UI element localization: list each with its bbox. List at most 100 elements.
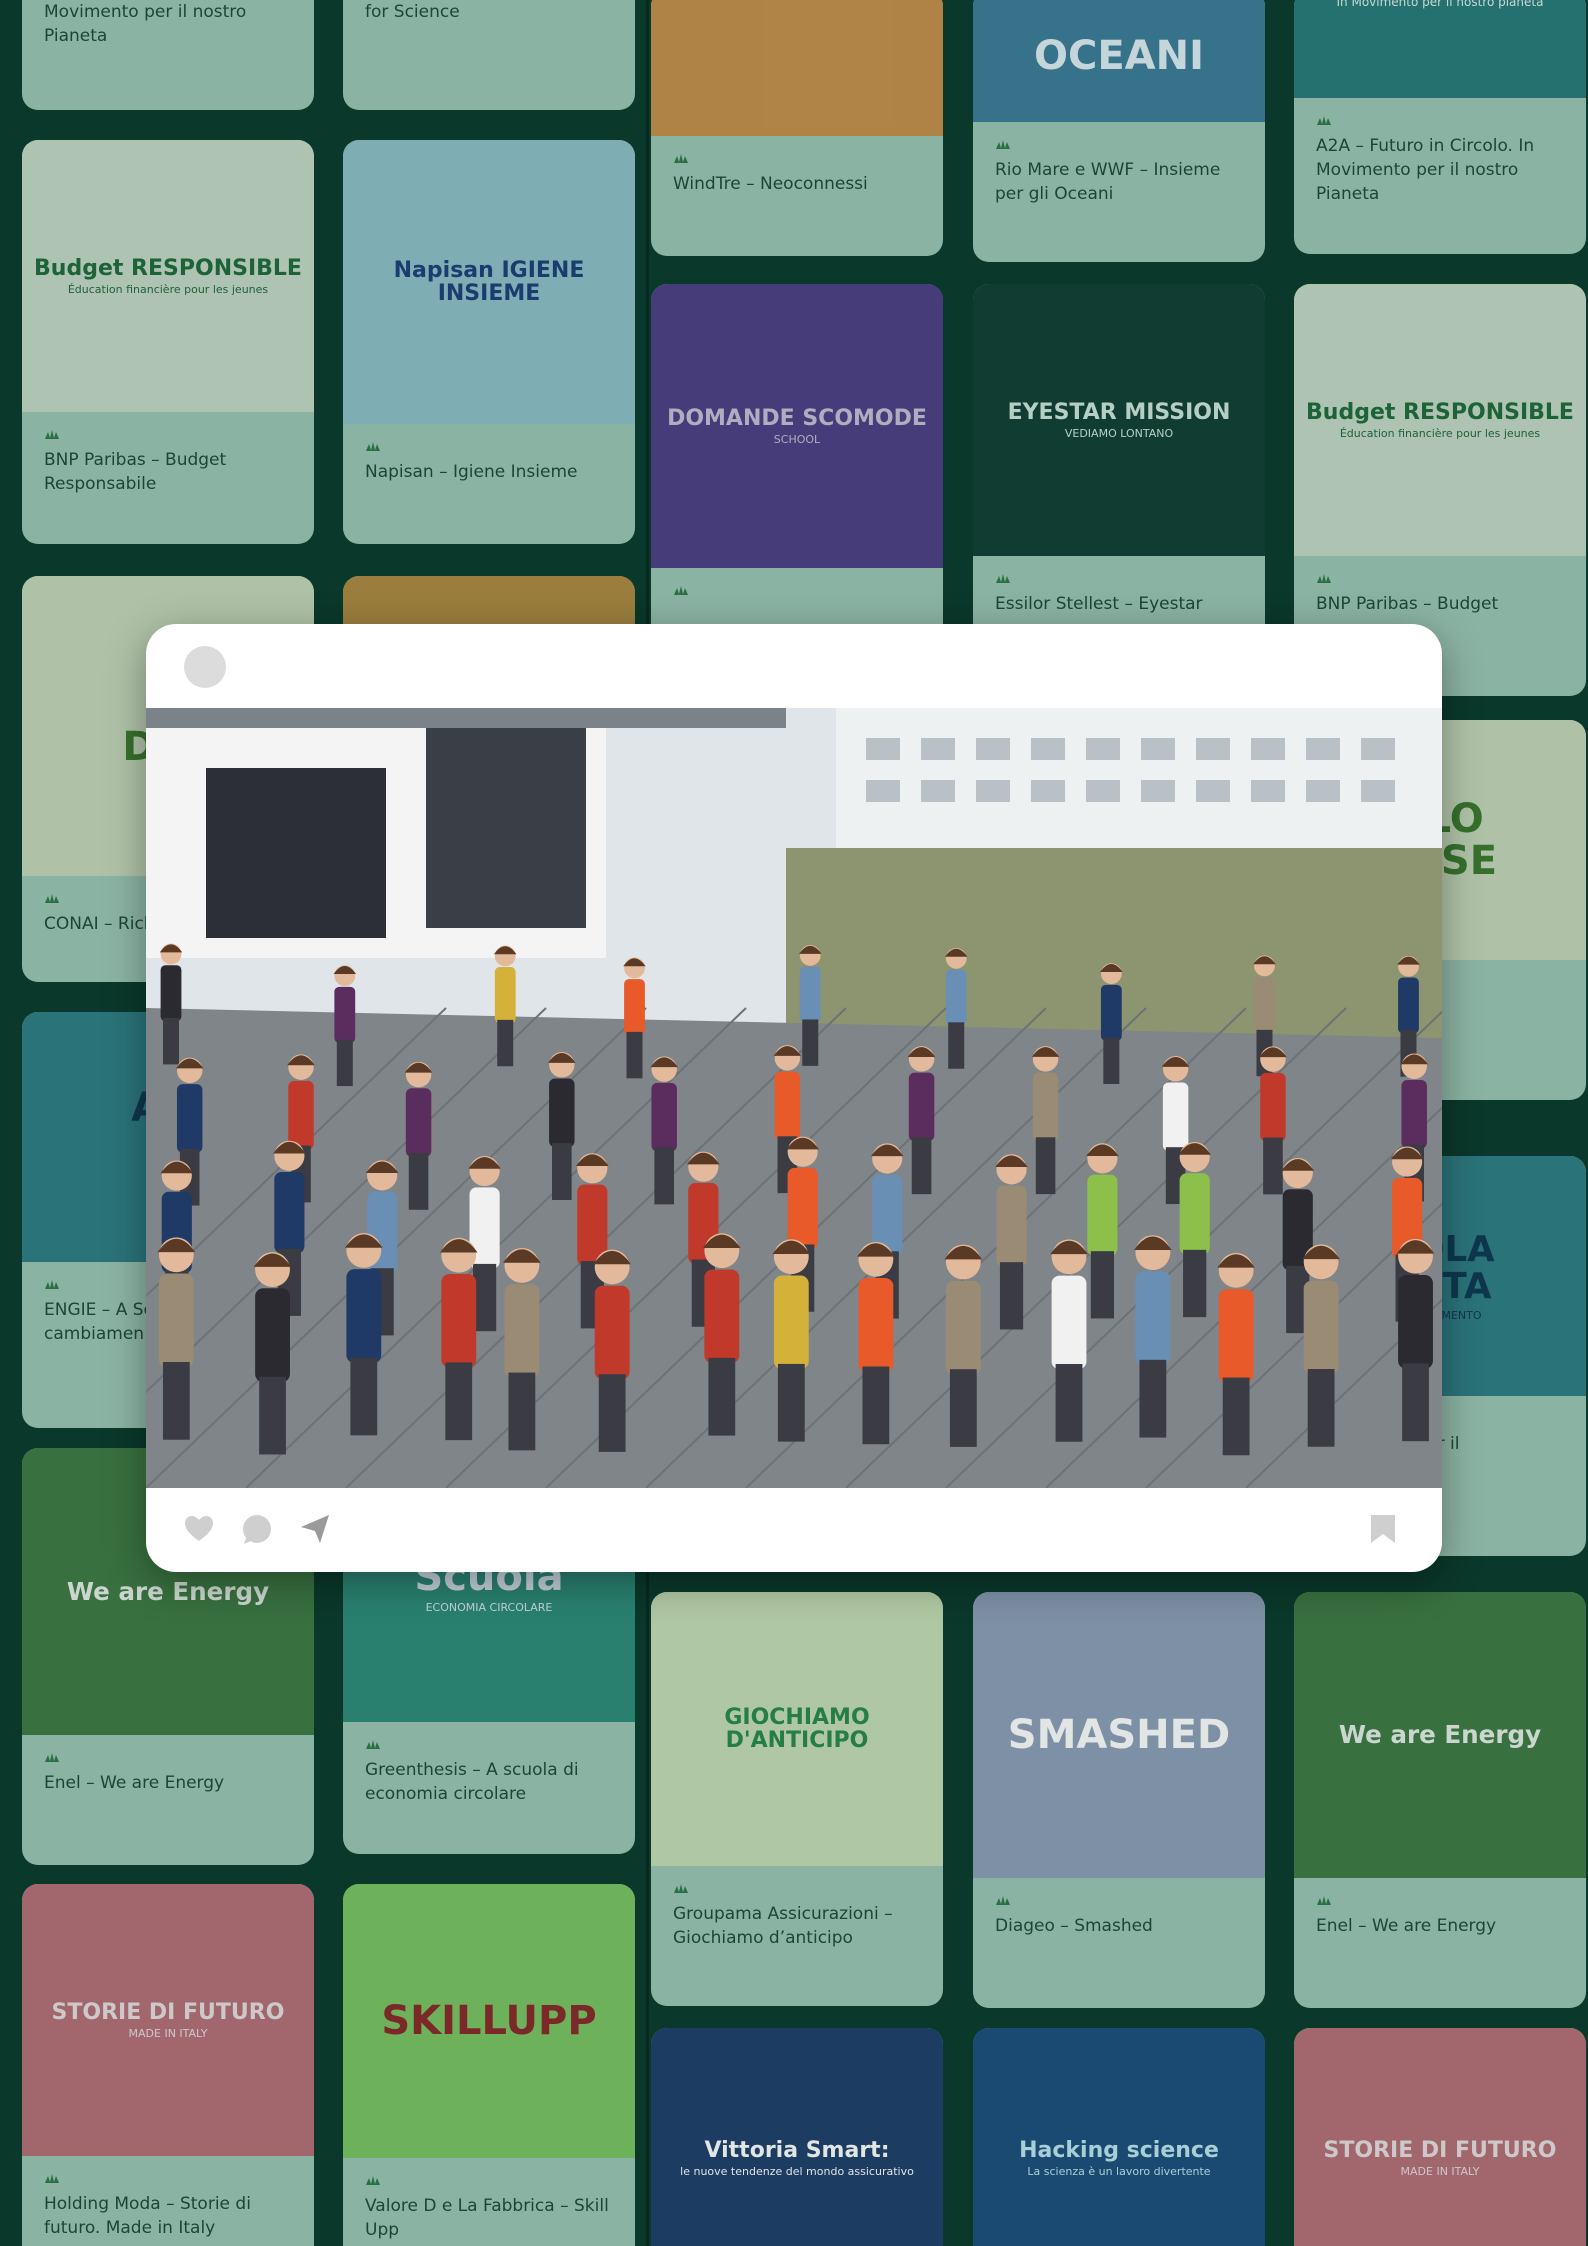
photo-person-legs [949,1369,977,1447]
photo-window [1251,780,1285,802]
photo-pergola [146,708,786,728]
photo-person-legs [473,1263,497,1332]
photo-person-body [1087,1174,1118,1256]
photo-person-body [799,966,821,1023]
photo-building [836,708,1442,848]
photo-person-body [624,979,645,1036]
photo-person-legs [1263,1137,1283,1195]
photo-person-body [1398,977,1419,1034]
photo-shutter [426,728,586,928]
photo-person-legs [259,1376,286,1455]
photo-person-body [176,1084,203,1153]
photo-person-body [441,1273,477,1368]
photo-person-body [160,965,182,1022]
photo-person-legs [598,1374,626,1452]
photo-person-legs [508,1372,536,1451]
photo-person-body [346,1269,382,1363]
photo-window [1306,780,1340,802]
photo-person-legs [626,1031,643,1079]
photo-person-legs [552,1143,572,1201]
post-actions [146,1488,1442,1572]
photo-person-body [787,1167,818,1250]
photo-person-body [1051,1275,1087,1370]
photo-person-legs [1183,1249,1207,1318]
photo-person-legs [999,1262,1024,1330]
photo-window [1086,780,1120,802]
share-icon[interactable] [298,1512,332,1546]
photo-person-legs [163,1018,179,1065]
instagram-post-modal [146,624,1442,1572]
photo-window [1196,738,1230,760]
photo-person-legs [350,1357,378,1436]
photo-person-legs [948,1022,965,1069]
photo-window [1196,780,1230,802]
photo-person-legs [1222,1377,1250,1456]
photo-window [1361,738,1395,760]
photo-person-body [996,1185,1027,1267]
photo-person-body [651,1082,677,1152]
photo-window [1141,780,1175,802]
photo-person-body [945,969,967,1026]
photo-person-body [504,1284,540,1378]
photo-person-body [774,1071,801,1141]
photo-person-body [1398,1275,1433,1369]
photo-window [1141,738,1175,760]
photo-window [1086,738,1120,760]
photo-person-body [858,1278,894,1372]
photo-person-legs [408,1152,429,1210]
post-header [146,624,1442,708]
photo-person-body [1401,1079,1427,1149]
photo-person-legs [802,1019,819,1066]
photo-person-legs [336,1039,353,1087]
photo-window [1031,738,1065,760]
photo-person-body [1303,1280,1339,1375]
photo-person-body [288,1080,314,1150]
photo-window [866,780,900,802]
photo-person-body [1179,1173,1210,1255]
photo-person-body [594,1285,630,1380]
bookmark-icon[interactable] [1366,1512,1400,1546]
photo-person-legs [1055,1364,1083,1442]
photo-person-body [1135,1271,1171,1366]
photo-person-body [908,1072,935,1142]
heart-icon[interactable] [182,1512,216,1546]
photo-person-body [1032,1072,1059,1142]
photo-person-legs [1103,1037,1120,1085]
photo-person-legs [708,1357,736,1436]
photo-person-body [494,967,516,1024]
photo-person-body [1254,977,1275,1034]
photo-window [921,738,955,760]
team-photo [146,708,1442,1488]
photo-person-legs [1307,1369,1335,1447]
photo-person-legs [911,1137,932,1195]
photo-window [1251,738,1285,760]
photo-person-legs [777,1363,805,1442]
photo-person-body [1260,1072,1286,1142]
photo-person-legs [1139,1359,1167,1438]
photo-person-body [1218,1289,1254,1383]
photo-window [1361,780,1395,802]
photo-person-body [549,1078,575,1148]
photo-person-legs [862,1366,890,1445]
photo-window [976,738,1010,760]
comment-icon[interactable] [240,1512,274,1546]
photo-window [866,738,900,760]
photo-person-body [773,1275,809,1370]
photo-person-legs [1035,1137,1056,1195]
photo-person-body [704,1269,740,1364]
photo-person-body [158,1273,194,1368]
photo-person-legs [162,1362,190,1440]
photo-person-legs [1090,1251,1114,1319]
avatar[interactable] [184,646,226,688]
photo-person-body [274,1172,305,1254]
photo-person-body [405,1088,432,1157]
photo-person-body [255,1288,290,1383]
photo-person-legs [497,1019,514,1067]
photo-person-legs [445,1362,473,1441]
photo-person-body [945,1280,981,1375]
photo-window [1306,738,1340,760]
photo-person-body [1162,1082,1189,1152]
photo-window [921,780,955,802]
photo-person-legs [654,1147,674,1205]
photo-person-body [1100,984,1122,1041]
